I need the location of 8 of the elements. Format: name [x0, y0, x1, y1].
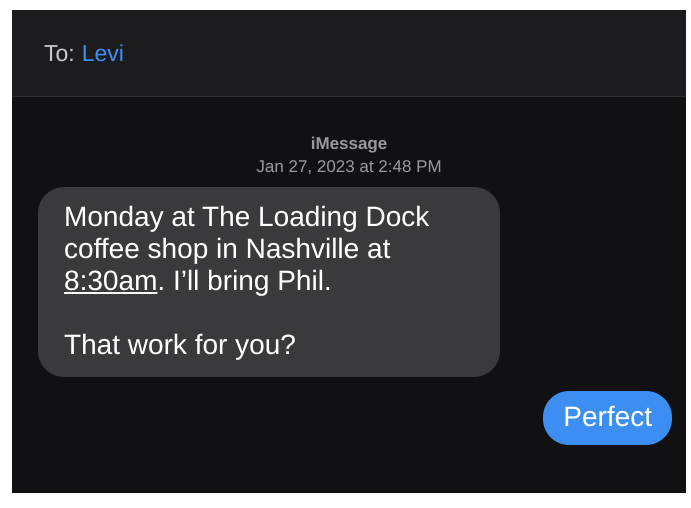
- message-text: Monday at The Loading Dock coffee shop in Nashville at 8:30am. I’ll bring Phil.: [64, 200, 430, 297]
- message-text: That work for you?: [64, 328, 297, 361]
- time-link[interactable]: 8:30am: [64, 264, 158, 296]
- message-text: Perfect: [563, 400, 652, 433]
- service-label: iMessage: [310, 133, 388, 155]
- timestamp: Jan 27, 2023 at 2:48 PM: [255, 156, 443, 178]
- to-label: To:: [44, 38, 75, 68]
- recipient-name[interactable]: Levi: [82, 36, 124, 70]
